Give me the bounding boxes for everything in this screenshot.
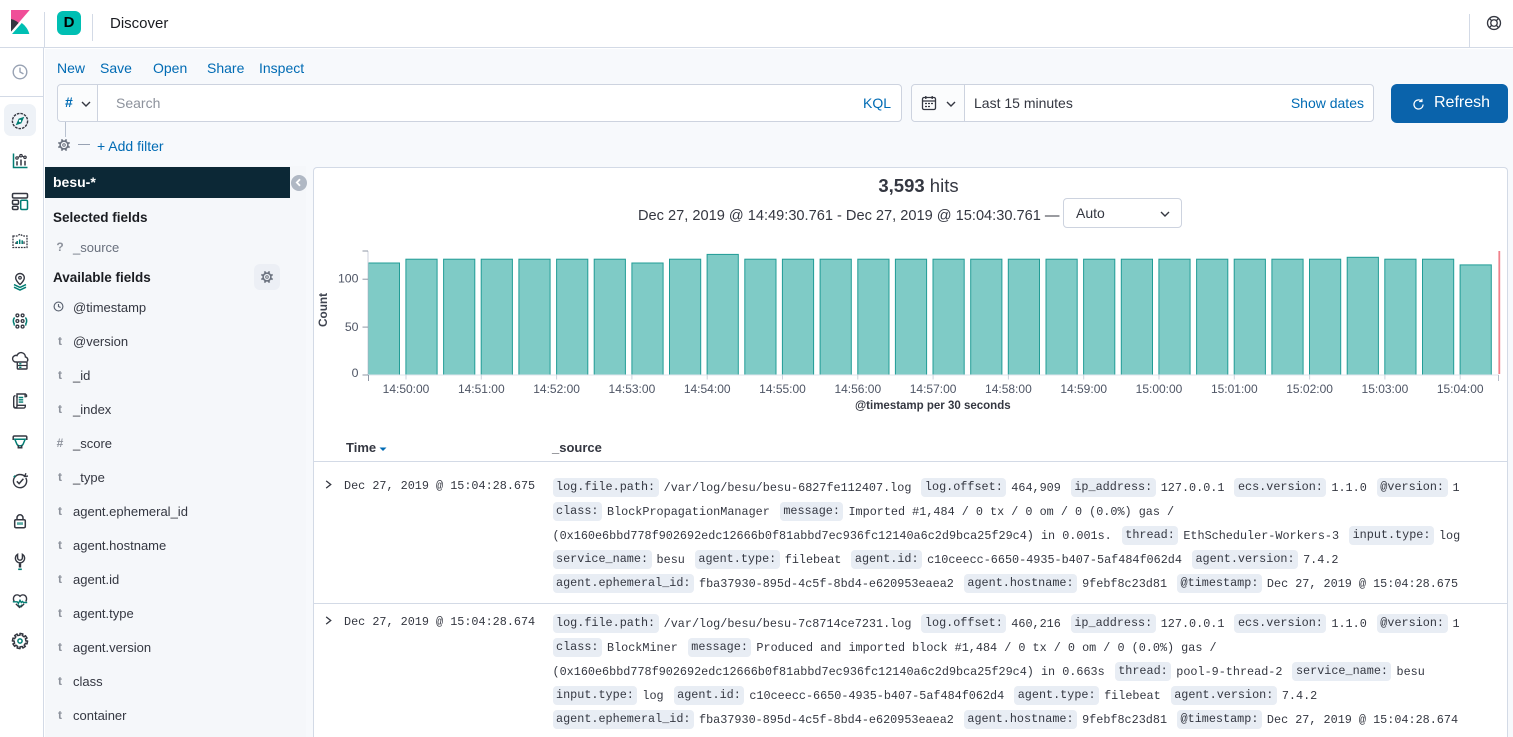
svg-text:14:56:00: 14:56:00: [834, 382, 881, 396]
svg-text:14:54:00: 14:54:00: [684, 382, 731, 396]
svg-text:15:00:00: 15:00:00: [1136, 382, 1183, 396]
svg-text:0: 0: [352, 366, 359, 380]
svg-text:Count: Count: [316, 293, 330, 327]
svg-text:100: 100: [338, 272, 359, 286]
svg-text:14:51:00: 14:51:00: [458, 382, 505, 396]
svg-text:14:58:00: 14:58:00: [985, 382, 1032, 396]
svg-text:14:53:00: 14:53:00: [609, 382, 656, 396]
svg-text:15:02:00: 15:02:00: [1286, 382, 1333, 396]
svg-text:14:52:00: 14:52:00: [533, 382, 580, 396]
svg-text:50: 50: [345, 320, 359, 334]
svg-text:14:59:00: 14:59:00: [1060, 382, 1107, 396]
svg-text:15:03:00: 15:03:00: [1362, 382, 1409, 396]
svg-text:14:57:00: 14:57:00: [910, 382, 957, 396]
svg-text:14:50:00: 14:50:00: [383, 382, 430, 396]
svg-text:@timestamp per 30 seconds: @timestamp per 30 seconds: [855, 400, 1011, 412]
svg-text:15:04:00: 15:04:00: [1437, 382, 1484, 396]
svg-text:14:55:00: 14:55:00: [759, 382, 806, 396]
svg-text:15:01:00: 15:01:00: [1211, 382, 1258, 396]
